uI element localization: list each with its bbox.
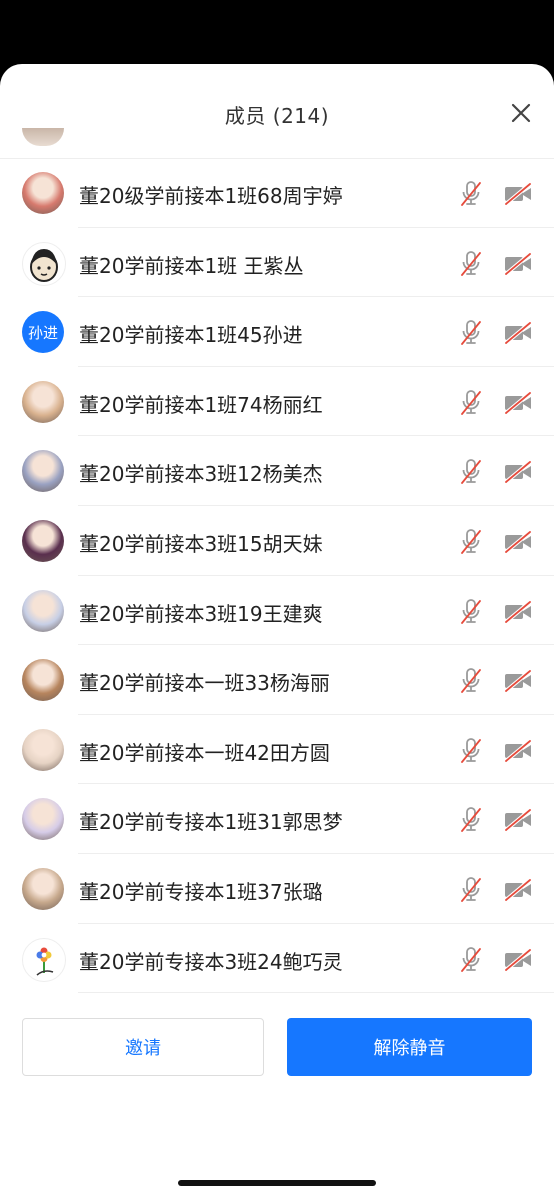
member-name: 董20学前接本一班33杨海丽 [79, 671, 330, 696]
list-item[interactable]: 董20学前接本3班19王建爽 [0, 576, 554, 646]
list-item[interactable]: 董20学前接本1班74杨丽红 [0, 367, 554, 437]
camera-off-icon[interactable] [503, 252, 533, 276]
camera-off-icon[interactable] [503, 878, 533, 902]
mic-muted-icon[interactable] [459, 667, 483, 695]
mic-muted-icon[interactable] [459, 946, 483, 974]
camera-off-icon[interactable] [503, 530, 533, 554]
list-item[interactable]: 董20学前专接本1班37张璐 [0, 854, 554, 924]
member-name: 董20学前接本1班45孙进 [79, 323, 303, 348]
camera-off-icon[interactable] [503, 460, 533, 484]
avatar [22, 867, 64, 910]
action-bar: 邀请 解除静音 [0, 1004, 554, 1134]
camera-off-icon[interactable] [503, 808, 533, 832]
camera-off-icon[interactable] [503, 391, 533, 415]
camera-off-icon[interactable] [503, 321, 533, 345]
list-item[interactable]: 董20学前接本1班 王紫丛 [0, 228, 554, 298]
avatar [22, 798, 64, 841]
mic-muted-icon[interactable] [459, 389, 483, 417]
mic-muted-icon[interactable] [459, 458, 483, 486]
list-item[interactable]: 董20学前接本3班15胡天妹 [0, 506, 554, 576]
mic-muted-icon[interactable] [459, 598, 483, 626]
panel-title: 成员 (214) [224, 104, 330, 128]
avatar [22, 241, 66, 286]
avatar-text: 孙进 [27, 323, 58, 342]
camera-off-icon[interactable] [503, 739, 533, 763]
home-indicator [178, 1180, 376, 1186]
list-item[interactable]: 孙进 董20学前接本1班45孙进 [0, 297, 554, 367]
member-name: 董20学前专接本3班24鲍巧灵 [79, 949, 343, 974]
list-item[interactable]: 董20学前接本一班42田方圆 [0, 715, 554, 785]
mic-muted-icon[interactable] [459, 250, 483, 278]
member-name: 董20学前专接本1班37张璐 [79, 879, 323, 904]
member-name: 董20学前接本3班15胡天妹 [79, 531, 323, 556]
avatar [22, 172, 64, 214]
mic-muted-icon[interactable] [459, 319, 483, 347]
member-name: 董20学前接本3班12杨美杰 [79, 462, 323, 487]
list-item[interactable]: 董20学前接本一班33杨海丽 [0, 645, 554, 715]
mic-muted-icon[interactable] [459, 876, 483, 904]
avatar [22, 519, 64, 562]
member-name: 董20学前接本1班 王紫丛 [79, 253, 304, 278]
mic-muted-icon[interactable] [459, 180, 483, 208]
avatar [22, 450, 64, 493]
close-icon[interactable] [510, 102, 532, 124]
member-name: 董20学前接本3班19王建爽 [79, 601, 323, 626]
member-list[interactable]: 董20级学前接本1班68周宇婷 董20学前接本1班 王紫丛 孙进董20学前接本1… [0, 158, 554, 1063]
camera-off-icon[interactable] [503, 947, 533, 972]
avatar [22, 128, 64, 146]
camera-off-icon[interactable] [503, 600, 533, 624]
member-name: 董20学前专接本1班31郭思梦 [79, 810, 343, 835]
camera-off-icon[interactable] [503, 182, 533, 206]
list-item[interactable]: 董20学前接本3班12杨美杰 [0, 436, 554, 506]
camera-off-icon[interactable] [503, 669, 533, 693]
avatar [22, 659, 64, 702]
panel-header: 成员 (214) [0, 64, 554, 160]
avatar: 孙进 [22, 311, 64, 354]
mic-muted-icon[interactable] [459, 737, 483, 765]
mic-muted-icon[interactable] [459, 806, 483, 834]
member-name: 董20学前接本1班74杨丽红 [79, 392, 323, 417]
avatar [22, 589, 64, 632]
list-item[interactable]: 董20级学前接本1班68周宇婷 [0, 158, 554, 228]
invite-button[interactable]: 邀请 [22, 1018, 264, 1076]
avatar [22, 937, 66, 982]
list-item[interactable]: 董20学前专接本3班24鲍巧灵 [0, 924, 554, 994]
avatar [22, 380, 64, 423]
member-name: 董20级学前接本1班68周宇婷 [79, 184, 343, 208]
list-item[interactable]: 董20学前专接本1班31郭思梦 [0, 784, 554, 854]
unmute-all-button[interactable]: 解除静音 [287, 1018, 532, 1076]
mic-muted-icon[interactable] [459, 528, 483, 556]
avatar [22, 728, 64, 771]
member-name: 董20学前接本一班42田方圆 [79, 740, 330, 765]
